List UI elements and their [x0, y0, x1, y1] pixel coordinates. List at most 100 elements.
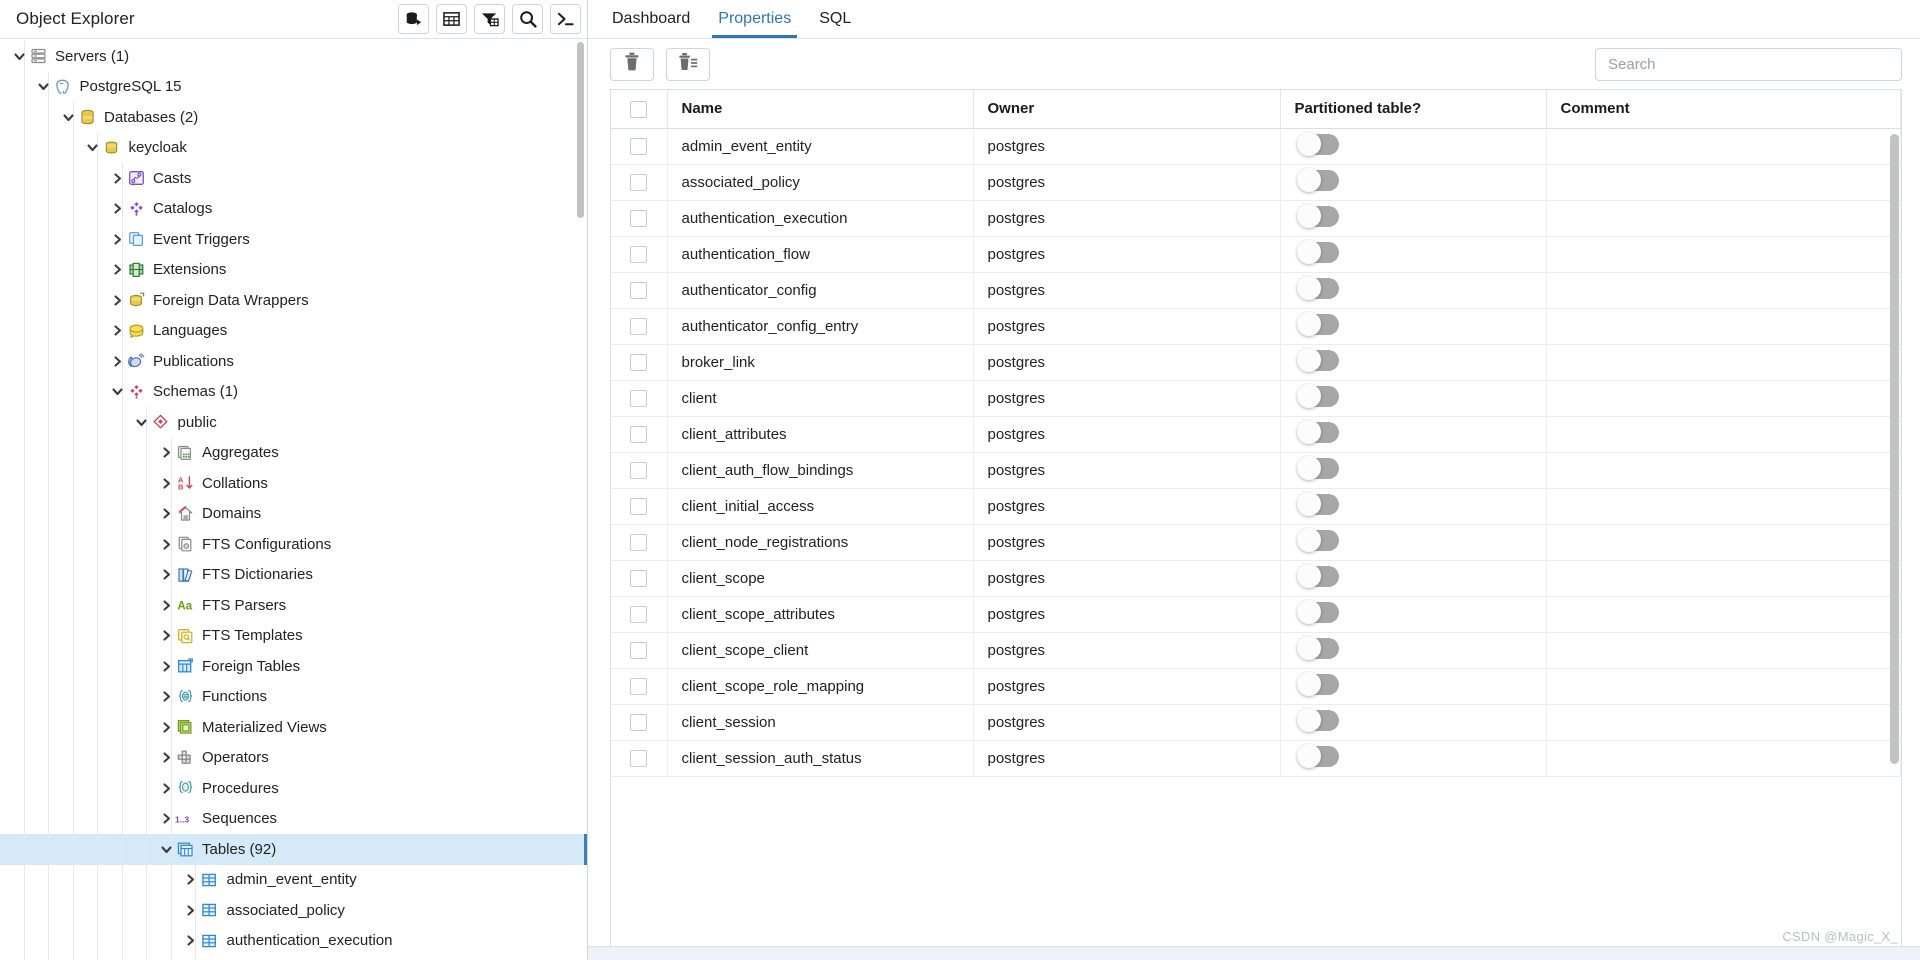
tree-item-foreign-tables[interactable]: Foreign Tables: [0, 651, 587, 682]
tree-item-domains[interactable]: Domains: [0, 498, 587, 529]
chevron-right-icon[interactable]: [157, 446, 175, 459]
table-row[interactable]: associated_policy postgres: [611, 164, 1901, 201]
grid-scrollbar[interactable]: [1890, 134, 1899, 764]
row-checkbox[interactable]: [630, 461, 648, 479]
tab-dashboard[interactable]: Dashboard: [598, 0, 704, 38]
row-checkbox[interactable]: [630, 497, 648, 515]
table-row[interactable]: client_scope_role_mapping postgres: [611, 668, 1901, 705]
tree-item-postgresql-15[interactable]: PostgreSQL 15: [0, 71, 587, 102]
delete-button[interactable]: [610, 47, 654, 81]
tab-properties[interactable]: Properties: [704, 0, 805, 38]
tree-item-tables-92[interactable]: Tables (92): [0, 834, 587, 865]
tree-item-keycloak[interactable]: keycloak: [0, 132, 587, 163]
tree-item-procedures[interactable]: Procedures: [0, 773, 587, 804]
tree-item-catalogs[interactable]: Catalogs: [0, 193, 587, 224]
table-row[interactable]: authentication_flow postgres: [611, 236, 1901, 273]
chevron-down-icon[interactable]: [35, 80, 53, 93]
table-row[interactable]: client_scope_client postgres: [611, 632, 1901, 669]
chevron-right-icon[interactable]: [108, 233, 126, 246]
chevron-right-icon[interactable]: [157, 721, 175, 734]
tree-item-admin-event-entity[interactable]: admin_event_entity: [0, 864, 587, 895]
chevron-right-icon[interactable]: [157, 812, 175, 825]
partitioned-toggle[interactable]: [1296, 744, 1339, 768]
chevron-right-icon[interactable]: [108, 172, 126, 185]
row-checkbox[interactable]: [630, 137, 648, 155]
search-input[interactable]: [1608, 55, 1889, 73]
tree-item-publications[interactable]: Publications: [0, 346, 587, 377]
partitioned-toggle[interactable]: [1296, 492, 1339, 516]
tree-item-authentication-flow[interactable]: authentication_flow: [0, 956, 587, 960]
chevron-down-icon[interactable]: [84, 141, 102, 154]
row-checkbox[interactable]: [630, 245, 648, 263]
row-checkbox[interactable]: [630, 173, 648, 191]
row-checkbox[interactable]: [630, 281, 648, 299]
tree-item-event-triggers[interactable]: Event Triggers: [0, 224, 587, 255]
table-row[interactable]: client_session postgres: [611, 704, 1901, 741]
row-checkbox[interactable]: [630, 641, 648, 659]
chevron-down-icon[interactable]: [10, 50, 28, 63]
partitioned-toggle[interactable]: [1296, 708, 1339, 732]
drop-cascade-button[interactable]: [666, 47, 710, 81]
psql-tool-button[interactable]: [550, 4, 581, 34]
table-row[interactable]: client_session_auth_status postgres: [611, 740, 1901, 777]
tree-item-extensions[interactable]: Extensions: [0, 254, 587, 285]
chevron-right-icon[interactable]: [157, 782, 175, 795]
partitioned-toggle[interactable]: [1296, 132, 1339, 156]
search-objects-button[interactable]: [512, 4, 543, 34]
view-data-button[interactable]: [436, 4, 467, 34]
select-all-checkbox[interactable]: [630, 100, 648, 118]
table-row[interactable]: client postgres: [611, 380, 1901, 417]
object-explorer-button[interactable]: [398, 4, 429, 34]
filtered-rows-button[interactable]: [474, 4, 505, 34]
tree-item-fts-templates[interactable]: FTS Templates: [0, 620, 587, 651]
tree-item-schemas-1[interactable]: Schemas (1): [0, 376, 587, 407]
partitioned-toggle[interactable]: [1296, 168, 1339, 192]
table-row[interactable]: authentication_execution postgres: [611, 200, 1901, 237]
table-row[interactable]: client_attributes postgres: [611, 416, 1901, 453]
chevron-right-icon[interactable]: [108, 324, 126, 337]
row-checkbox[interactable]: [630, 569, 648, 587]
tree-item-languages[interactable]: Languages: [0, 315, 587, 346]
chevron-right-icon[interactable]: [157, 477, 175, 490]
tree-item-public[interactable]: public: [0, 407, 587, 438]
table-row[interactable]: authenticator_config_entry postgres: [611, 308, 1901, 345]
chevron-right-icon[interactable]: [157, 568, 175, 581]
chevron-right-icon[interactable]: [157, 538, 175, 551]
tree-item-fts-parsers[interactable]: Aa FTS Parsers: [0, 590, 587, 621]
tree-item-materialized-views[interactable]: Materialized Views: [0, 712, 587, 743]
tab-sql[interactable]: SQL: [805, 0, 865, 38]
object-tree[interactable]: Servers (1) PostgreSQL 15 Databases (2) key…: [0, 39, 587, 960]
chevron-down-icon[interactable]: [157, 843, 175, 856]
table-row[interactable]: client_initial_access postgres: [611, 488, 1901, 525]
chevron-right-icon[interactable]: [157, 690, 175, 703]
partitioned-toggle[interactable]: [1296, 384, 1339, 408]
row-checkbox[interactable]: [630, 605, 648, 623]
table-row[interactable]: client_node_registrations postgres: [611, 524, 1901, 561]
tree-item-servers-1[interactable]: Servers (1): [0, 41, 587, 72]
chevron-right-icon[interactable]: [157, 507, 175, 520]
chevron-right-icon[interactable]: [108, 202, 126, 215]
column-header-owner[interactable]: Owner: [973, 90, 1281, 129]
tree-item-fts-configurations[interactable]: FTS Configurations: [0, 529, 587, 560]
tree-item-fts-dictionaries[interactable]: FTS Dictionaries: [0, 559, 587, 590]
search-field-wrapper[interactable]: [1595, 47, 1902, 81]
column-header-partitioned[interactable]: Partitioned table?: [1280, 90, 1547, 129]
partitioned-toggle[interactable]: [1296, 312, 1339, 336]
object-tree-scrollbar[interactable]: [577, 42, 584, 218]
partitioned-toggle[interactable]: [1296, 420, 1339, 444]
row-checkbox[interactable]: [630, 425, 648, 443]
row-checkbox[interactable]: [630, 353, 648, 371]
partitioned-toggle[interactable]: [1296, 240, 1339, 264]
partitioned-toggle[interactable]: [1296, 348, 1339, 372]
chevron-right-icon[interactable]: [182, 934, 200, 947]
table-row[interactable]: broker_link postgres: [611, 344, 1901, 381]
chevron-right-icon[interactable]: [157, 599, 175, 612]
partitioned-toggle[interactable]: [1296, 204, 1339, 228]
partitioned-toggle[interactable]: [1296, 672, 1339, 696]
row-checkbox[interactable]: [630, 713, 648, 731]
chevron-right-icon[interactable]: [108, 355, 126, 368]
partitioned-toggle[interactable]: [1296, 636, 1339, 660]
chevron-right-icon[interactable]: [182, 904, 200, 917]
tree-item-databases-2[interactable]: Databases (2): [0, 102, 587, 133]
chevron-right-icon[interactable]: [108, 294, 126, 307]
